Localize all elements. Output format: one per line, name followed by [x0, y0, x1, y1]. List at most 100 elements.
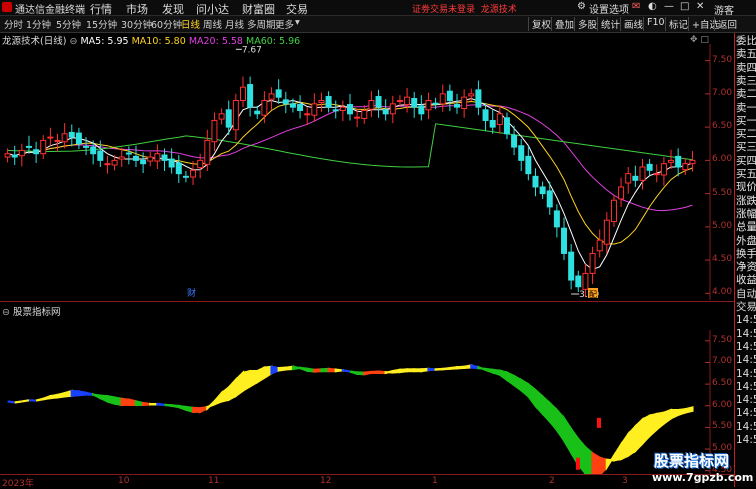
tool-f10[interactable]: F10	[643, 17, 665, 31]
candle-body	[462, 97, 467, 108]
candle-body	[497, 114, 502, 125]
candle-body	[69, 132, 74, 137]
candle-body	[661, 164, 666, 175]
settings-menu[interactable]: 设置	[589, 1, 609, 16]
side-label-23: 14:5	[736, 341, 756, 353]
menu-wenxiaoda[interactable]: 问小达	[196, 1, 229, 17]
tool-stats[interactable]: 统计	[597, 17, 620, 31]
indicator-band	[8, 401, 15, 402]
side-label-8: 买三	[736, 141, 756, 153]
indicator-band	[15, 401, 22, 402]
indicator-band	[685, 407, 692, 412]
period-intraday[interactable]: 分时	[4, 17, 23, 31]
options-menu[interactable]: 选项	[609, 1, 629, 16]
candle-body	[340, 107, 345, 110]
candle-body	[633, 176, 638, 180]
candle-body	[390, 104, 395, 114]
candle-body	[290, 104, 295, 107]
trade-status[interactable]: 证劵交易未登录 龙源技术	[412, 2, 517, 15]
candle-body	[248, 85, 253, 108]
candle-body	[490, 120, 495, 127]
tool-back[interactable]: 返回	[714, 17, 737, 31]
period-60min[interactable]: 60分钟	[151, 17, 182, 31]
period-30min[interactable]: 30分钟	[121, 17, 152, 31]
candle-body	[333, 110, 338, 111]
candle-body	[226, 110, 231, 127]
candle-body	[590, 253, 595, 273]
candle-body	[355, 117, 360, 118]
period-15min[interactable]: 15分钟	[86, 17, 117, 31]
period-5min[interactable]: 5分钟	[56, 17, 81, 31]
indicator-collapse-icon[interactable]: ⊖	[2, 307, 10, 318]
tool-draw[interactable]: 画线	[620, 17, 643, 31]
candle-body	[41, 140, 46, 153]
menu-fortune[interactable]: 财富圈	[242, 1, 275, 17]
indicator-chart[interactable]	[0, 330, 712, 475]
candle-body	[604, 220, 609, 244]
menu-market[interactable]: 市场	[126, 1, 148, 17]
skin-icon[interactable]: ◐	[648, 1, 657, 12]
candle-body	[397, 101, 402, 102]
side-label-7: 买二	[736, 128, 756, 140]
kline-chart[interactable]: 7.673.99财配	[0, 44, 712, 300]
period-more[interactable]: 更多	[275, 17, 294, 31]
period-multi[interactable]: 多周期	[247, 17, 276, 31]
side-label-20: 交易	[736, 301, 756, 313]
candle-body	[5, 154, 10, 157]
date-label-1: 1	[432, 476, 438, 486]
period-1min[interactable]: 1分钟	[26, 17, 51, 31]
menu-trade[interactable]: 交易	[286, 1, 308, 17]
menu-discover[interactable]: 发现	[162, 1, 184, 17]
side-label-21: 14:5	[736, 314, 756, 326]
period-monthly[interactable]: 月线	[225, 17, 244, 31]
minimize-icon[interactable]: —	[664, 1, 674, 12]
candle-body	[405, 97, 410, 104]
guest-label[interactable]: 游客	[714, 2, 734, 17]
candle-body	[554, 211, 559, 227]
date-label-2023: 2023年	[2, 476, 34, 489]
price-tick-0: 7.50	[712, 55, 732, 65]
tool-overlay[interactable]: 叠加	[551, 17, 574, 31]
candle-body	[476, 90, 481, 107]
candle-body	[504, 118, 509, 134]
tool-multistock[interactable]: 多股	[574, 17, 597, 31]
date-label-11: 11	[208, 476, 219, 486]
indicator-header: ⊖ 股票指标网	[2, 304, 61, 318]
candle-body	[262, 101, 267, 116]
candle-body	[283, 100, 288, 104]
candle-body	[669, 160, 674, 162]
period-daily[interactable]: 日线	[181, 17, 200, 31]
candle-body	[255, 111, 260, 114]
candle-body	[191, 170, 196, 177]
ma10-line	[8, 102, 693, 245]
side-label-24: 14:5	[736, 354, 756, 366]
settings-icon[interactable]: ⚙	[577, 1, 586, 12]
price-tick-6: 4.50	[712, 254, 732, 264]
side-label-15: 外盘	[736, 235, 756, 247]
price-tick-2: 6.50	[712, 121, 732, 131]
candle-body	[540, 187, 545, 194]
menu-hangqing[interactable]: 行情	[90, 1, 112, 17]
candle-body	[62, 134, 67, 142]
side-label-30: 14:5	[736, 434, 756, 446]
candle-body	[533, 176, 538, 187]
side-label-27: 14:5	[736, 394, 756, 406]
tool-adjust[interactable]: 复权	[528, 17, 551, 31]
sell-signal-marker	[597, 418, 601, 428]
candle-body	[112, 160, 117, 165]
event-marker-text: 配	[589, 290, 597, 299]
candle-body	[34, 150, 39, 154]
more-chevron-icon[interactable]: ▾	[295, 17, 300, 28]
candle-body	[547, 191, 552, 207]
close-icon[interactable]: ✕	[696, 1, 704, 12]
period-weekly[interactable]: 周线	[203, 17, 222, 31]
notification-icon[interactable]: ✉	[632, 1, 640, 12]
tool-mark[interactable]: 标记	[665, 17, 688, 31]
indicator-band	[343, 370, 350, 371]
side-label-12: 涨跌	[736, 195, 756, 207]
side-label-10: 买五	[736, 168, 756, 180]
candle-body	[212, 120, 217, 141]
side-label-1: 卖五	[736, 48, 756, 60]
trade-status-text: 证劵交易未登录	[412, 5, 475, 15]
maximize-icon[interactable]: □	[680, 1, 689, 12]
